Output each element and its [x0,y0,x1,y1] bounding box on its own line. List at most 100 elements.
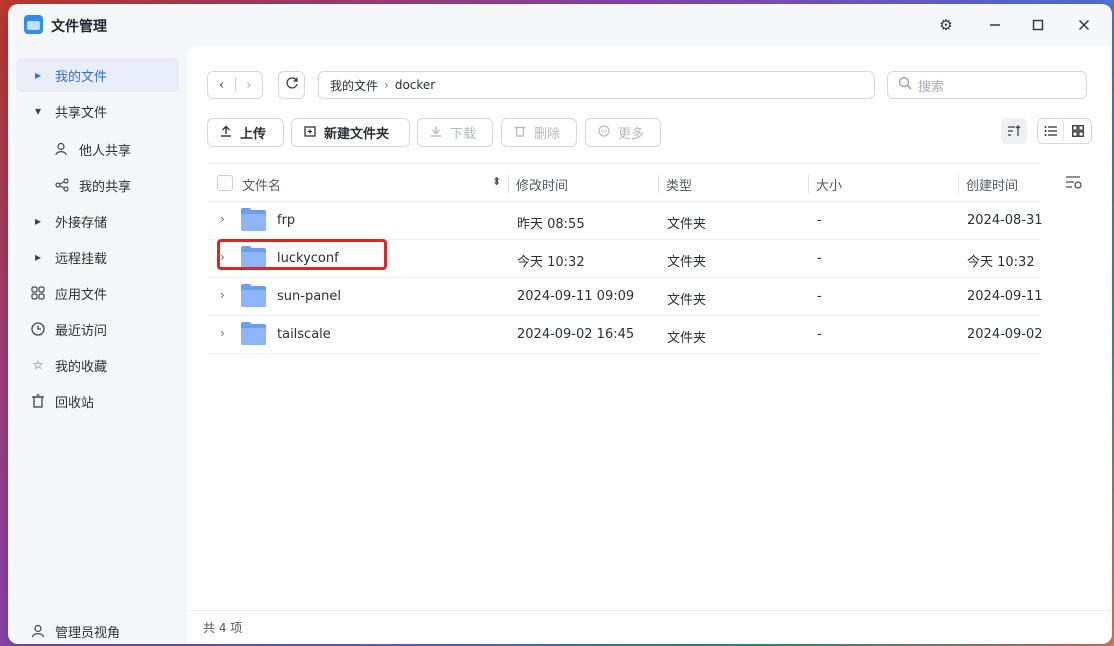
file-modified: 2024-09-11 09:09 [517,289,635,304]
download-icon [430,125,442,140]
file-type: 文件夹 [667,331,707,346]
column-header-size[interactable]: 大小 [816,175,842,194]
expand-chevron-icon[interactable]: › [220,212,225,226]
main-panel: ‹ › 我的文件 › docker 搜索 上传 新建文件夹 下载 删除 更多 文… [187,46,1112,644]
trash-icon [514,125,526,140]
column-header-name[interactable]: 文件名 [242,175,281,194]
refresh-icon [285,76,299,94]
table-row[interactable]: › tailscale 2024-09-02 16:45 文件夹 - 2024-… [208,316,1043,354]
forward-arrow-icon[interactable]: › [236,78,262,93]
file-type: 文件夹 [667,255,707,270]
back-arrow-icon[interactable]: ‹ [208,78,235,93]
table-header: 文件名 ⬍ 修改时间 类型 大小 创建时间 [208,163,1040,202]
app-title: 文件管理 [51,19,107,35]
item-count: 共 4 项 [203,621,243,635]
caret-down-icon: ▾ [34,104,42,118]
sidebar-item-recent[interactable]: 最近访问 [16,312,179,346]
column-settings-icon[interactable] [1065,174,1083,194]
table-row[interactable]: › luckyconf 今天 10:32 文件夹 - 今天 10:32 [208,239,1040,278]
settings-gear-icon[interactable]: ⚙ [935,14,957,36]
column-header-modified[interactable]: 修改时间 [516,175,568,194]
maximize-icon[interactable] [1027,14,1049,36]
column-divider [958,175,959,193]
breadcrumb-separator-icon: › [384,78,389,92]
list-view-icon[interactable] [1038,119,1064,143]
search-placeholder: 搜索 [918,79,945,95]
breadcrumb-root[interactable]: 我的文件 [330,77,378,94]
file-created: 2024-09-11 [967,289,1043,304]
close-icon[interactable] [1073,14,1095,36]
file-modified: 今天 10:32 [517,255,585,270]
caret-right-icon: ▸ [34,250,42,264]
star-icon: ☆ [32,358,44,372]
table-row[interactable]: › frp 昨天 08:55 文件夹 - 2024-08-31 [208,202,1043,240]
admin-view-label: 管理员视角 [55,625,121,641]
sort-order-icon[interactable] [1001,118,1027,144]
sidebar-item-remote-mount[interactable]: ▸ 远程挂载 [16,240,179,274]
history-nav-group: ‹ › [207,71,263,99]
new-folder-icon [304,125,316,140]
users-icon [54,142,70,156]
file-type: 文件夹 [667,293,707,308]
file-modified: 2024-09-02 16:45 [517,327,635,342]
download-button[interactable]: 下载 [417,118,493,147]
search-input[interactable]: 搜索 [887,71,1087,99]
trash-icon [30,394,46,408]
column-header-type[interactable]: 类型 [666,175,692,194]
select-all-checkbox[interactable] [217,175,233,191]
sidebar-item-my-shares[interactable]: 我的共享 [16,168,179,202]
file-created: 2024-08-31 [967,213,1043,228]
file-name: sun-panel [277,289,342,304]
column-header-created[interactable]: 创建时间 [966,175,1018,194]
column-divider [508,175,509,193]
caret-right-icon: ▸ [34,214,42,228]
expand-chevron-icon[interactable]: › [220,326,225,340]
file-type: 文件夹 [667,217,707,232]
clock-icon [30,322,46,336]
file-modified: 昨天 08:55 [517,217,585,232]
sidebar: ▸ 我的文件 ▾ 共享文件 他人共享 我的共享 ▸ 外接存储 ▸ 远程挂载 应用… [8,46,187,644]
file-manager-window: 文件管理 ⚙ ▸ 我的文件 ▾ 共享文件 他人共享 我的共享 ▸ 外接存储 ▸ … [8,4,1112,644]
sidebar-item-external-storage[interactable]: ▸ 外接存储 [16,204,179,238]
breadcrumb-current[interactable]: docker [395,78,435,92]
folder-icon [241,208,266,231]
status-bar: 共 4 项 [187,610,1112,644]
file-name: frp [277,213,296,228]
title-bar: 文件管理 ⚙ [8,4,1112,46]
caret-right-icon: ▸ [34,68,42,82]
sort-toggle-icon[interactable]: ⬍ [492,175,501,188]
sidebar-item-my-files[interactable]: ▸ 我的文件 [16,58,179,92]
upload-icon [220,125,232,140]
expand-chevron-icon[interactable]: › [220,288,225,302]
more-button[interactable]: 更多 [585,118,661,147]
app-folder-icon [24,15,43,34]
sidebar-item-favorites[interactable]: ☆ 我的收藏 [16,348,179,382]
admin-view-toggle[interactable]: 管理员视角 [16,614,179,644]
column-divider [658,175,659,193]
upload-button[interactable]: 上传 [207,118,284,147]
table-row[interactable]: › sun-panel 2024-09-11 09:09 文件夹 - 2024-… [208,278,1043,316]
file-size: - [817,289,822,304]
sidebar-item-app-files[interactable]: 应用文件 [16,276,179,310]
new-folder-button[interactable]: 新建文件夹 [291,118,410,147]
refresh-button[interactable] [278,71,305,99]
file-size: - [817,327,822,342]
delete-button[interactable]: 删除 [501,118,577,147]
apps-grid-icon [30,286,46,300]
search-icon [898,76,912,94]
file-name: tailscale [277,327,331,342]
minimize-icon[interactable] [984,14,1006,36]
breadcrumb: 我的文件 › docker [318,71,875,99]
folder-icon [241,284,266,307]
highlight-annotation-box [217,239,387,270]
grid-view-icon[interactable] [1065,119,1091,143]
folder-icon [241,322,266,345]
more-dots-icon [598,125,610,140]
sidebar-item-recycle-bin[interactable]: 回收站 [16,384,179,418]
share-icon [54,178,70,192]
file-created: 今天 10:32 [967,255,1035,270]
sidebar-item-shared-with-me[interactable]: 他人共享 [16,132,179,166]
column-divider [808,175,809,193]
sidebar-item-shared-files[interactable]: ▾ 共享文件 [16,94,179,128]
file-size: - [817,251,822,266]
